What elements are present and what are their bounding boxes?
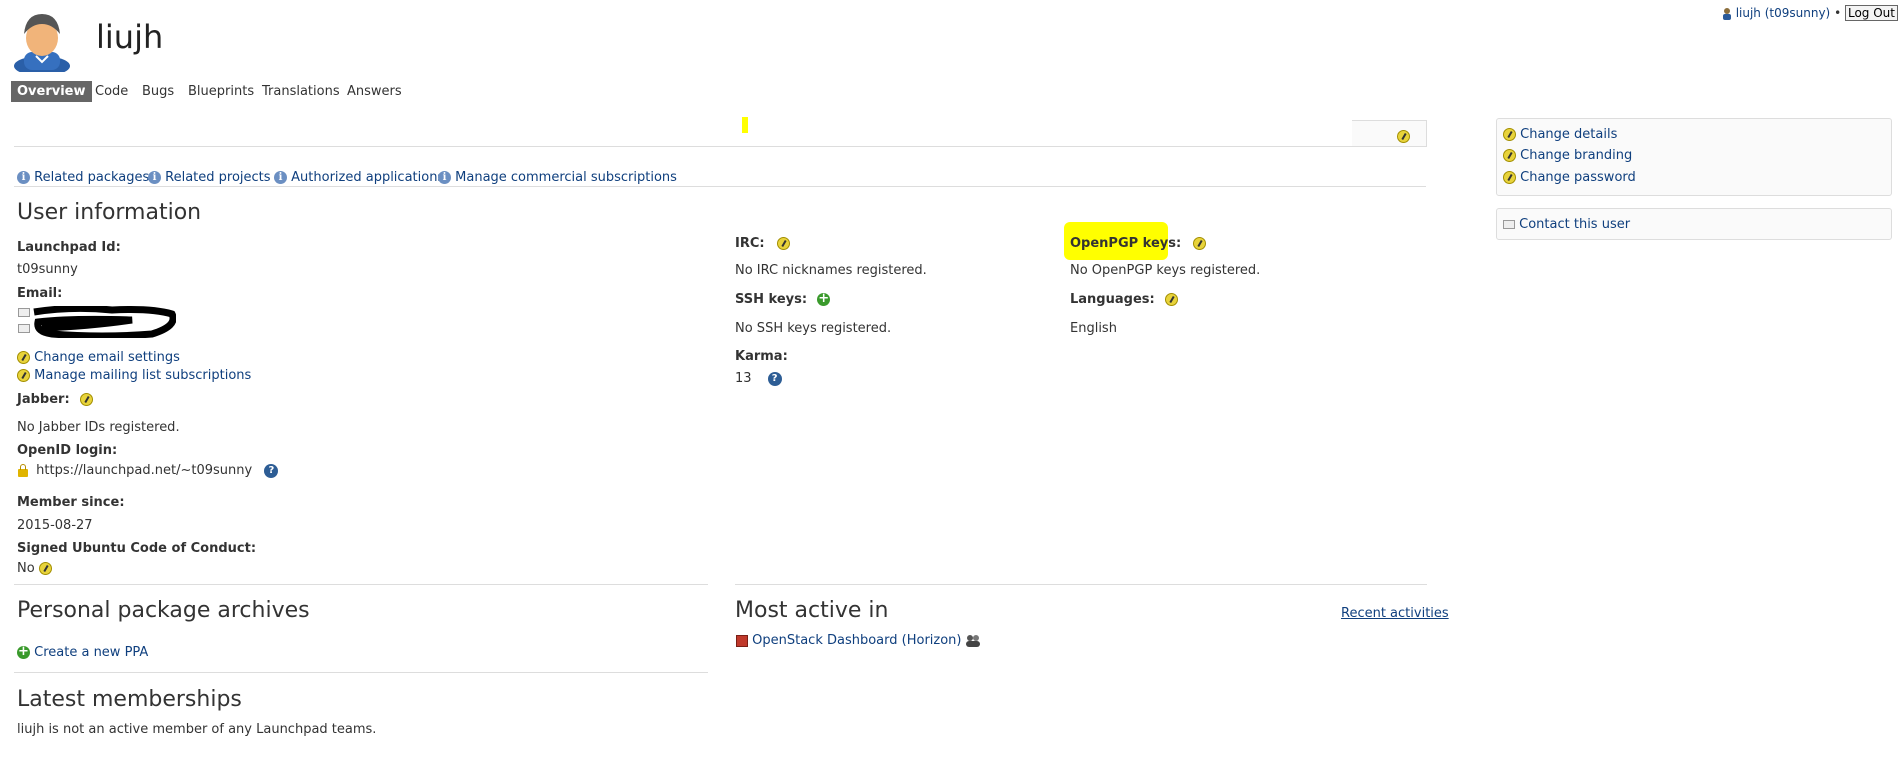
ppa-title: Personal package archives [17,598,310,623]
info-icon: i [17,171,30,184]
project-link[interactable]: OpenStack Dashboard (Horizon) [752,633,961,648]
mail-icon [1503,220,1515,229]
languages-value: English [1070,321,1117,336]
mail-icon [18,324,30,333]
email-label: Email: [17,286,63,301]
separator: • [1834,6,1842,20]
manage-mailing-link[interactable]: Manage mailing list subscriptions [34,368,251,383]
tab-bugs[interactable]: Bugs [142,84,174,99]
edit-irc-icon[interactable] [776,237,790,250]
commercial-subscriptions-link[interactable]: Manage commercial subscriptions [455,170,677,185]
tab-translations[interactable]: Translations [262,84,340,99]
user-info-title: User information [17,200,202,225]
help-icon[interactable]: ? [767,371,782,386]
highlight-marker [742,117,748,133]
change-password-link[interactable]: Change password [1520,170,1636,185]
edit-icon [17,369,30,382]
edit-pgp-icon[interactable] [1193,237,1207,250]
logout-button[interactable]: Log Out [1844,5,1898,21]
change-email-link[interactable]: Change email settings [34,350,180,365]
divider [14,672,708,673]
divider [735,584,1427,585]
mail-icon [18,308,30,317]
branding-box [1352,120,1427,147]
lock-icon [18,463,28,477]
contact-user-link[interactable]: Contact this user [1519,217,1630,232]
avatar [12,8,72,76]
edit-icon [1503,171,1516,184]
memberships-text: liujh is not an active member of any Lau… [17,722,377,737]
add-icon: + [17,644,30,659]
memberships-title: Latest memberships [17,687,242,712]
divider [14,186,1426,187]
create-ppa-link[interactable]: Create a new PPA [34,645,148,660]
info-icon: i [274,171,287,184]
related-projects-link[interactable]: Related projects [165,170,270,185]
irc-label: IRC: [735,236,765,251]
redacted-email [32,304,177,340]
openid-value: https://launchpad.net/~t09sunny [36,463,253,478]
related-packages-link[interactable]: Related packages [34,170,149,185]
jabber-label: Jabber: [17,392,70,407]
edit-icon [1503,128,1516,141]
change-branding-link[interactable]: Change branding [1520,148,1632,163]
tab-answers[interactable]: Answers [347,84,402,99]
profile-name: liujh [96,18,164,56]
user-bar: liujh (t09sunny) • Log Out [1722,5,1898,21]
coc-value: No [17,561,35,576]
pgp-value: No OpenPGP keys registered. [1070,263,1261,278]
coc-label: Signed Ubuntu Code of Conduct: [17,541,257,556]
karma-value: 13 [735,371,752,386]
branding-divider [14,146,1426,147]
authorized-apps-link[interactable]: Authorized applications [291,170,444,185]
team-icon [965,634,980,647]
tab-code[interactable]: Code [95,84,128,99]
edit-languages-icon[interactable] [1164,293,1178,306]
karma-label: Karma: [735,349,788,364]
ssh-value: No SSH keys registered. [735,321,892,336]
most-active-title: Most active in [735,598,889,623]
edit-branding-icon[interactable] [1397,130,1410,143]
languages-label: Languages: [1070,292,1155,307]
tab-blueprints[interactable]: Blueprints [188,84,254,99]
irc-value: No IRC nicknames registered. [735,263,927,278]
recent-activities-link[interactable]: Recent activities [1341,606,1449,621]
pgp-label: OpenPGP keys: [1070,236,1182,251]
launchpad-id-label: Launchpad Id: [17,240,121,255]
project-icon [736,634,748,647]
openid-label: OpenID login: [17,443,118,458]
person-icon [1722,7,1732,20]
divider [14,584,708,585]
change-details-link[interactable]: Change details [1520,127,1617,142]
edit-jabber-icon[interactable] [79,393,93,406]
edit-coc-icon[interactable] [38,562,52,575]
member-since-value: 2015-08-27 [17,518,93,533]
user-profile-link[interactable]: liujh (t09sunny) [1736,6,1831,20]
tab-overview[interactable]: Overview [11,81,92,102]
launchpad-id-value: t09sunny [17,262,78,277]
edit-icon [1503,149,1516,162]
info-icon: i [438,171,451,184]
info-icon: i [148,171,161,184]
member-since-label: Member since: [17,495,125,510]
edit-icon [17,351,30,364]
jabber-value: No Jabber IDs registered. [17,420,180,435]
help-icon[interactable]: ? [264,463,279,478]
related-links: i Related packages [17,170,149,185]
ssh-label: SSH keys: [735,292,808,307]
add-ssh-icon[interactable]: + [817,292,831,306]
